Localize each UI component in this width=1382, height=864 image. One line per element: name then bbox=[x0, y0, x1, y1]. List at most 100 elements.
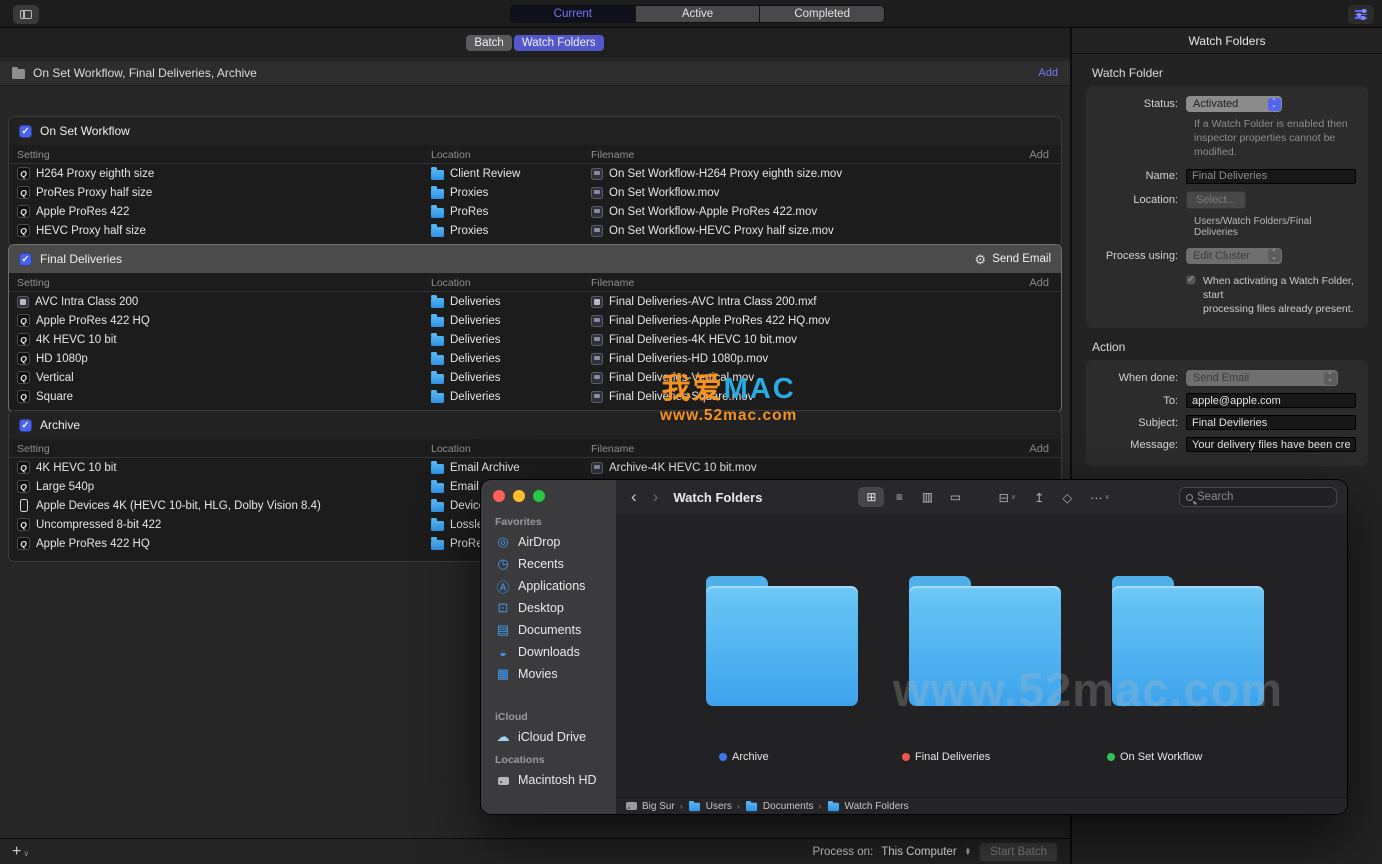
subject-label: Subject: bbox=[1098, 417, 1186, 429]
table-row[interactable]: ProRes Proxy half size Proxies On Set Wo… bbox=[9, 183, 1061, 202]
table-row[interactable]: 4K HEVC 10 bit Deliveries Final Deliveri… bbox=[9, 330, 1061, 349]
path-item-big-sur[interactable]: Big Sur bbox=[642, 801, 675, 812]
minimize-button[interactable] bbox=[513, 490, 525, 502]
setting-name: 4K HEVC 10 bit bbox=[36, 462, 117, 474]
folder-label[interactable]: On Set Workflow bbox=[1107, 751, 1202, 763]
start-processing-checkbox[interactable] bbox=[1186, 275, 1196, 285]
location-name: Deliveries bbox=[450, 372, 501, 384]
table-row[interactable]: Square Deliveries Final Deliveries-Squar… bbox=[9, 387, 1061, 406]
close-button[interactable] bbox=[493, 490, 505, 502]
search-field[interactable] bbox=[1179, 487, 1337, 507]
checkbox-checked[interactable] bbox=[19, 419, 32, 432]
folder-on-set-workflow[interactable] bbox=[1112, 576, 1264, 706]
back-button[interactable]: ‹ bbox=[626, 487, 642, 507]
status-dropdown[interactable]: Activated ⌃⌄ bbox=[1186, 96, 1282, 112]
to-field[interactable] bbox=[1186, 393, 1356, 408]
path-item-documents[interactable]: Documents bbox=[763, 801, 814, 812]
sidebar-item-airdrop[interactable]: ◎AirDrop bbox=[481, 531, 616, 553]
sidebar-item-applications[interactable]: ⒶApplications bbox=[481, 575, 616, 597]
message-field[interactable] bbox=[1186, 437, 1356, 452]
zoom-button[interactable] bbox=[533, 490, 545, 502]
sidebar-item-desktop[interactable]: ⊡Desktop bbox=[481, 597, 616, 619]
group-title: On Set Workflow, Final Deliveries, Archi… bbox=[33, 66, 257, 80]
add-watch-folder-button[interactable]: Add bbox=[1038, 67, 1058, 79]
column-view-button[interactable]: ▥ bbox=[914, 487, 940, 507]
tag-button[interactable]: ◇ bbox=[1057, 490, 1079, 505]
movie-file-icon bbox=[591, 462, 603, 474]
location-name: Proxies bbox=[450, 187, 488, 199]
more-actions-button[interactable]: ⋯∨ bbox=[1084, 490, 1116, 505]
share-button[interactable]: ↥ bbox=[1028, 490, 1050, 505]
search-input[interactable] bbox=[1197, 491, 1330, 503]
setting-name: HD 1080p bbox=[36, 353, 88, 365]
section-header[interactable]: Final Deliveries ⚙ Send Email bbox=[9, 245, 1061, 273]
checkbox-checked[interactable] bbox=[19, 125, 32, 138]
list-view-button[interactable]: ≡ bbox=[886, 487, 912, 507]
icon-view-button[interactable]: ⊞ bbox=[858, 487, 884, 507]
stepper-icon[interactable]: ▲▼ bbox=[965, 848, 971, 856]
folder-label[interactable]: Archive bbox=[719, 751, 769, 763]
checkbox-checked[interactable] bbox=[19, 253, 32, 266]
sidebar-toggle-button[interactable] bbox=[13, 5, 39, 24]
folder-label[interactable]: Final Deliveries bbox=[902, 751, 990, 763]
name-label: Name: bbox=[1098, 170, 1186, 182]
table-row[interactable]: H264 Proxy eighth size Client Review On … bbox=[9, 164, 1061, 183]
table-row[interactable]: HD 1080p Deliveries Final Deliveries-HD … bbox=[9, 349, 1061, 368]
document-icon: ▤ bbox=[495, 622, 511, 638]
tab-completed[interactable]: Completed bbox=[760, 6, 884, 22]
forward-button[interactable]: › bbox=[648, 487, 664, 507]
name-field[interactable] bbox=[1186, 169, 1356, 184]
path-item-watch-folders[interactable]: Watch Folders bbox=[845, 801, 909, 812]
table-row[interactable]: Apple ProRes 422 ProRes On Set Workflow-… bbox=[9, 202, 1061, 221]
sidebar-item-recents[interactable]: ◷Recents bbox=[481, 553, 616, 575]
add-setting-button[interactable]: Add bbox=[1029, 439, 1049, 458]
process-using-dropdown[interactable]: Edit Cluster ⌃⌄ bbox=[1186, 248, 1282, 264]
table-header: Setting Location Filename Add bbox=[9, 145, 1061, 164]
add-setting-button[interactable]: Add bbox=[1029, 273, 1049, 292]
sidebar-item-macintosh-hd[interactable]: Macintosh HD bbox=[481, 769, 616, 791]
group-by-button[interactable]: ⊟∨ bbox=[992, 490, 1022, 505]
section-header[interactable]: On Set Workflow bbox=[9, 117, 1061, 145]
section-header[interactable]: Archive bbox=[9, 411, 1061, 439]
tab-active[interactable]: Active bbox=[636, 6, 761, 22]
setting-icon bbox=[17, 205, 30, 218]
watch-folder-group-header[interactable]: On Set Workflow, Final Deliveries, Archi… bbox=[0, 60, 1070, 86]
setting-name: H264 Proxy eighth size bbox=[36, 168, 154, 180]
filename: On Set Workflow.mov bbox=[609, 187, 719, 199]
sliders-icon bbox=[1355, 10, 1367, 19]
sidebar-item-documents[interactable]: ▤Documents bbox=[481, 619, 616, 641]
table-row[interactable]: HEVC Proxy half size Proxies On Set Work… bbox=[9, 221, 1061, 240]
folder-icon bbox=[746, 803, 757, 812]
table-row[interactable]: AVC Intra Class 200 Deliveries Final Del… bbox=[9, 292, 1061, 311]
section-action[interactable]: ⚙ Send Email bbox=[975, 253, 1051, 266]
subject-field[interactable] bbox=[1186, 415, 1356, 430]
table-header: Setting Location Filename Add bbox=[9, 273, 1061, 292]
finder-window[interactable]: Favorites ◎AirDrop ◷Recents ⒶApplication… bbox=[481, 480, 1347, 814]
table-row[interactable]: Apple ProRes 422 HQ Deliveries Final Del… bbox=[9, 311, 1061, 330]
when-done-dropdown[interactable]: Send Email ⌃⌄ bbox=[1186, 370, 1338, 386]
setting-name: Square bbox=[36, 391, 73, 403]
inspector-toggle-button[interactable] bbox=[1348, 5, 1374, 24]
sidebar-item-movies[interactable]: ▦Movies bbox=[481, 663, 616, 685]
location-name: Proxies bbox=[450, 225, 488, 237]
start-batch-button[interactable]: Start Batch bbox=[979, 842, 1058, 862]
setting-name: Large 540p bbox=[36, 481, 94, 493]
tab-batch[interactable]: Batch bbox=[466, 35, 511, 51]
tab-watch-folders[interactable]: Watch Folders bbox=[514, 35, 604, 51]
tab-current[interactable]: Current bbox=[511, 6, 636, 22]
table-row[interactable]: Vertical Deliveries Final Deliveries-Ver… bbox=[9, 368, 1061, 387]
sidebar-item-downloads[interactable]: ◒Downloads bbox=[481, 641, 616, 663]
folder-icon bbox=[431, 189, 444, 199]
add-batch-button[interactable]: + ∨ bbox=[12, 843, 29, 861]
sidebar-item-icloud-drive[interactable]: ☁iCloud Drive bbox=[481, 726, 616, 748]
path-item-users[interactable]: Users bbox=[706, 801, 732, 812]
watch-folder-heading: Watch Folder bbox=[1092, 66, 1382, 80]
folder-archive[interactable] bbox=[706, 576, 858, 706]
process-on-value[interactable]: This Computer bbox=[881, 846, 956, 858]
folder-final-deliveries[interactable] bbox=[909, 576, 1061, 706]
table-row[interactable]: 4K HEVC 10 bit Email Archive Archive-4K … bbox=[9, 458, 1061, 477]
select-location-button[interactable]: Select... bbox=[1186, 191, 1246, 209]
gallery-view-button[interactable]: ▭ bbox=[942, 487, 968, 507]
filename: Final Deliveries-4K HEVC 10 bit.mov bbox=[609, 334, 797, 346]
add-setting-button[interactable]: Add bbox=[1029, 145, 1049, 164]
